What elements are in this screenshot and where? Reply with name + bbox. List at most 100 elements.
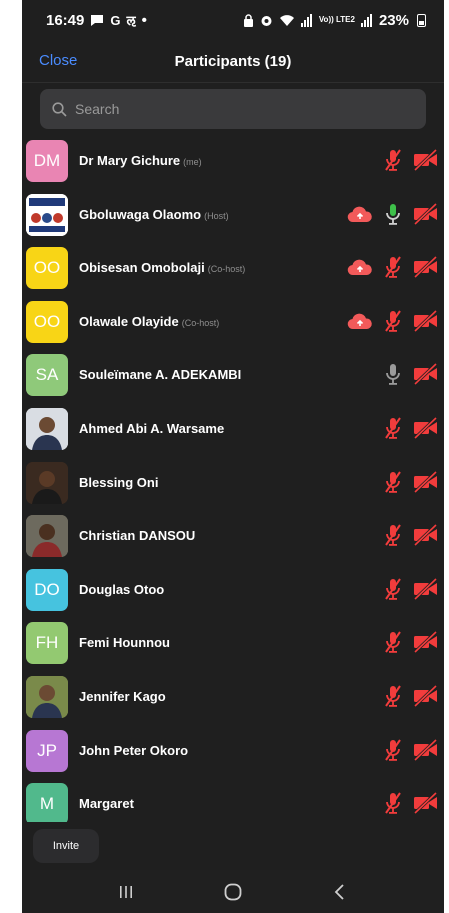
battery-percent: 23% — [378, 11, 409, 29]
participant-name-text: Olawale Olayide — [79, 313, 179, 329]
mic-muted-icon[interactable] — [382, 470, 404, 499]
home-button[interactable] — [213, 877, 253, 907]
participant-name: Christian DANSOU — [79, 528, 195, 543]
participant-name-text: Margaret — [79, 796, 134, 812]
google-icon: G — [110, 12, 121, 28]
status-dot: • — [141, 11, 147, 29]
participant-name-text: Obisesan Omobolaji — [79, 260, 205, 276]
avatar: OO — [26, 247, 68, 290]
status-bar: 16:49 G ऌ • Vo)) LTE2 23% — [22, 0, 444, 40]
participant-name: Margaret — [79, 796, 134, 811]
participant-name: Femi Hounnou — [79, 635, 170, 650]
search-bar[interactable] — [40, 89, 426, 129]
participant-name-text: Souleïmane A. ADEKAMBI — [79, 367, 242, 383]
avatar-initials: DO — [34, 579, 60, 599]
video-off-icon[interactable] — [413, 523, 439, 552]
avatar-initials: DM — [33, 151, 61, 170]
header-divider — [22, 82, 444, 83]
recent-apps-button[interactable] — [106, 877, 146, 907]
avatar: OO — [26, 300, 68, 343]
participant-name-text: Gboluwaga Olaomo — [79, 206, 202, 222]
mic-icon[interactable] — [382, 362, 404, 391]
mic-muted-icon[interactable] — [382, 309, 404, 338]
status-left: 16:49 G ऌ • — [46, 11, 147, 29]
participants-list: DM Dr Mary Gichure (me) Gboluwaga Olaomo (Ho… — [22, 134, 444, 830]
avatar: FH — [26, 622, 68, 665]
video-off-icon[interactable] — [413, 791, 439, 820]
cloud-recording-icon — [347, 205, 373, 230]
mic-muted-icon[interactable] — [382, 630, 404, 659]
participant-row[interactable]: Christian DANSOU — [22, 509, 444, 562]
cloud-recording-icon — [347, 258, 373, 283]
participant-row[interactable]: FH Femi Hounnou — [22, 616, 444, 669]
avatar — [26, 193, 68, 236]
avatar-initials: M — [39, 794, 55, 814]
participant-name-text: Blessing Oni — [79, 474, 159, 490]
search-input[interactable] — [75, 101, 395, 117]
participant-name: Obisesan Omobolaji (Co-host) — [79, 260, 245, 275]
video-off-icon[interactable] — [413, 255, 439, 284]
avatar — [26, 461, 68, 504]
home-icon — [224, 883, 242, 900]
close-button[interactable]: Close — [39, 52, 77, 69]
participant-name: Gboluwaga Olaomo (Host) — [79, 207, 229, 222]
role-tag: (Host) — [204, 210, 229, 221]
signal-icon — [300, 13, 312, 27]
video-off-icon[interactable] — [413, 416, 439, 445]
video-off-icon[interactable] — [413, 470, 439, 499]
avatar — [26, 515, 68, 558]
mic-active-icon[interactable] — [382, 202, 404, 231]
mic-muted-icon[interactable] — [382, 738, 404, 767]
participant-name-text: John Peter Okoro — [79, 742, 189, 758]
participant-row[interactable]: OO Olawale Olayide (Co-host) — [22, 295, 444, 348]
battery-icon — [417, 13, 426, 27]
header: Close Participants (19) — [22, 40, 444, 82]
participant-name: Jennifer Kago — [79, 689, 166, 704]
video-off-icon[interactable] — [413, 362, 439, 391]
participant-row[interactable]: DM Dr Mary Gichure (me) — [22, 134, 444, 187]
avatar-initials: OO — [33, 311, 61, 331]
video-off-icon[interactable] — [413, 202, 439, 231]
mic-muted-icon[interactable] — [382, 684, 404, 713]
role-tag: (me) — [183, 157, 202, 167]
network-label: Vo)) LTE2 — [318, 15, 355, 24]
video-off-icon[interactable] — [413, 630, 439, 659]
avatar-initials: SA — [35, 365, 59, 385]
vpn-icon: ऌ — [126, 13, 136, 28]
mic-muted-icon[interactable] — [382, 523, 404, 552]
mic-muted-icon[interactable] — [382, 255, 404, 284]
chat-icon — [91, 14, 104, 26]
participant-name-text: Ahmed Abi A. Warsame — [79, 421, 225, 436]
video-off-icon[interactable] — [413, 577, 439, 606]
invite-button[interactable]: Invite — [33, 829, 99, 863]
back-button[interactable] — [320, 877, 360, 907]
video-off-icon[interactable] — [413, 684, 439, 713]
video-off-icon[interactable] — [413, 148, 439, 177]
participant-name-text: Jennifer Kago — [79, 689, 166, 704]
lock-icon — [243, 13, 253, 27]
avatar: JP — [26, 729, 68, 772]
participant-row[interactable]: JP John Peter Okoro — [22, 724, 444, 777]
participant-name: Olawale Olayide (Co-host) — [79, 314, 219, 329]
participant-row[interactable]: Gboluwaga Olaomo (Host) — [22, 188, 444, 241]
avatar — [26, 676, 68, 718]
mic-muted-icon[interactable] — [382, 148, 404, 177]
back-icon — [335, 883, 344, 900]
search-icon — [52, 101, 67, 117]
phone-screen: 16:49 G ऌ • Vo)) LTE2 23% Close Particip… — [22, 0, 444, 913]
participant-row[interactable]: Blessing Oni — [22, 456, 444, 509]
participant-row[interactable]: SA Souleïmane A. ADEKAMBI — [22, 348, 444, 401]
avatar — [26, 408, 68, 450]
avatar-initials: FH — [35, 633, 59, 653]
participant-row[interactable]: Jennifer Kago — [22, 670, 444, 723]
avatar-initials: OO — [33, 258, 61, 278]
mic-muted-icon[interactable] — [382, 577, 404, 606]
participant-name: Douglas Otoo — [79, 582, 164, 597]
participant-row[interactable]: DO Douglas Otoo — [22, 563, 444, 616]
participant-row[interactable]: OO Obisesan Omobolaji (Co-host) — [22, 241, 444, 294]
video-off-icon[interactable] — [413, 309, 439, 338]
video-off-icon[interactable] — [413, 738, 439, 767]
mic-muted-icon[interactable] — [382, 416, 404, 445]
participant-row[interactable]: Ahmed Abi A. Warsame — [22, 402, 444, 455]
mic-muted-icon[interactable] — [382, 791, 404, 820]
